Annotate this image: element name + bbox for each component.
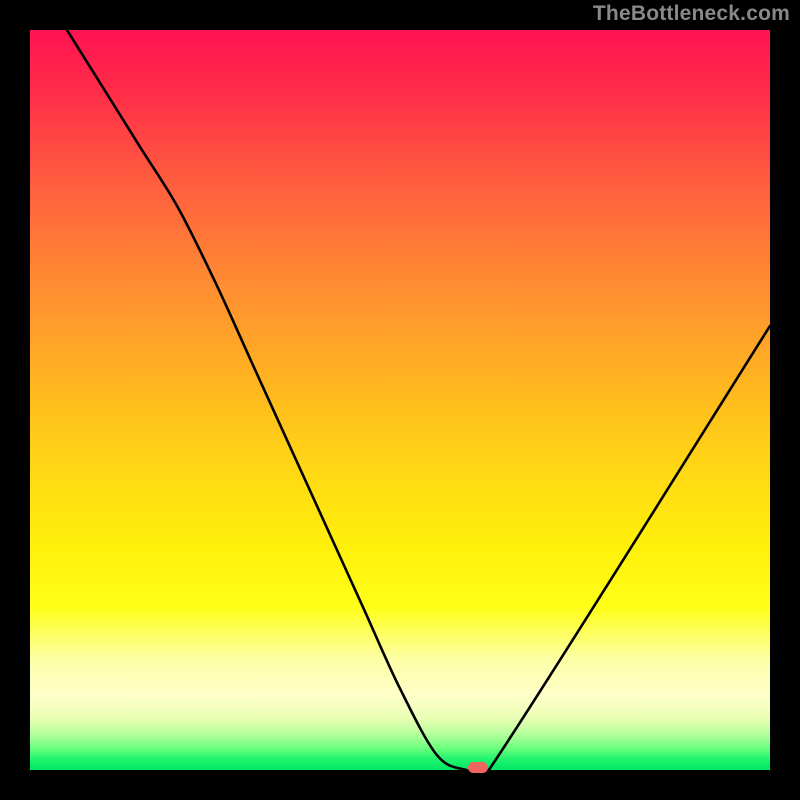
optimal-marker bbox=[468, 762, 488, 773]
plot-area bbox=[30, 30, 770, 770]
bottleneck-curve bbox=[30, 30, 770, 770]
chart-container: TheBottleneck.com bbox=[0, 0, 800, 800]
watermark-text: TheBottleneck.com bbox=[593, 2, 790, 26]
